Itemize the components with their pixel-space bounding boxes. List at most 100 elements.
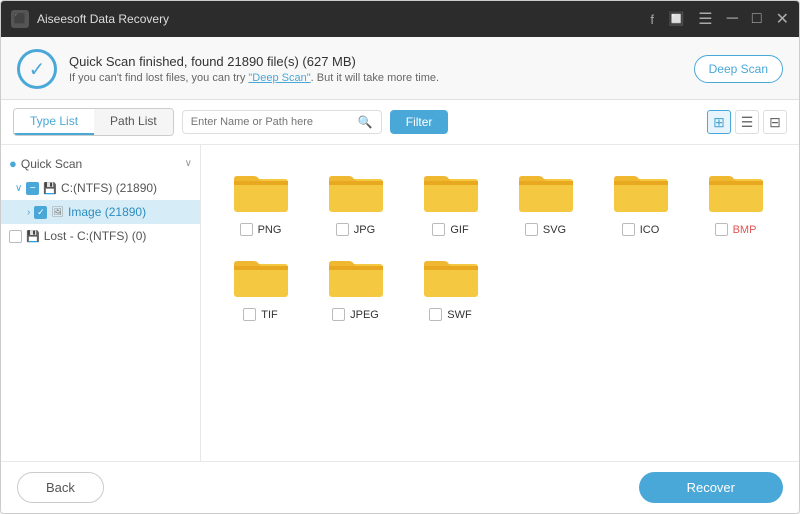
file-item-label: PNG — [258, 224, 282, 236]
header-text: Quick Scan finished, found 21890 file(s)… — [69, 54, 439, 84]
titlebar: ⬛ Aiseesoft Data Recovery f 🔲 ☰ ─ □ ✕ — [1, 1, 799, 37]
deep-scan-link[interactable]: "Deep Scan" — [248, 72, 310, 84]
image-checkbox[interactable] — [34, 206, 47, 219]
file-item[interactable]: JPEG — [308, 242, 403, 327]
file-item[interactable]: SVG — [498, 157, 593, 242]
window-title: Aiseesoft Data Recovery — [37, 12, 650, 26]
tab-group: Type List Path List — [13, 108, 174, 136]
menu-icon[interactable]: ☰ — [698, 9, 712, 29]
file-item-label: ICO — [640, 224, 660, 236]
quickscan-arrow-icon: ∨ — [185, 158, 192, 169]
footer: Back Recover — [1, 461, 799, 513]
file-item[interactable]: GIF — [403, 157, 498, 242]
file-item[interactable]: TIF — [213, 242, 308, 327]
file-item-label: TIF — [261, 309, 278, 321]
folder-icon — [707, 167, 765, 215]
file-item-label: GIF — [450, 224, 468, 236]
file-item-label: JPEG — [350, 309, 379, 321]
list-view-button[interactable]: ☰ — [735, 110, 759, 134]
image-folder-icon: 🖼 — [51, 207, 64, 218]
grid-view-button[interactable]: ⊞ — [707, 110, 731, 134]
file-item-label: BMP — [733, 224, 757, 236]
header-left: ✓ Quick Scan finished, found 21890 file(… — [17, 49, 439, 89]
file-item-checkbox[interactable] — [243, 308, 256, 321]
file-item-bottom: BMP — [715, 223, 757, 236]
social-icon[interactable]: 🔲 — [668, 11, 684, 27]
facebook-icon[interactable]: f — [650, 12, 654, 27]
filter-button[interactable]: Filter — [390, 110, 449, 134]
folder-icon — [327, 252, 385, 300]
search-icon[interactable]: 🔍 — [358, 115, 373, 129]
status-check-icon: ✓ — [17, 49, 57, 89]
file-item[interactable]: JPG — [308, 157, 403, 242]
file-item-checkbox[interactable] — [332, 308, 345, 321]
file-grid: PNG JPG GIF SVG ICO BMP TIF JPEG SWF — [201, 145, 799, 461]
folder-icon — [517, 167, 575, 215]
file-item-bottom: GIF — [432, 223, 468, 236]
hint-prefix: If you can't find lost files, you can tr… — [69, 72, 248, 84]
scan-status-text: Quick Scan finished, found 21890 file(s)… — [69, 54, 439, 69]
view-toggle: ⊞ ☰ ⊟ — [707, 110, 787, 134]
back-button[interactable]: Back — [17, 472, 104, 503]
scan-hint-text: If you can't find lost files, you can tr… — [69, 72, 439, 84]
detail-view-button[interactable]: ⊟ — [763, 110, 787, 134]
file-item-checkbox[interactable] — [622, 223, 635, 236]
tab-path-list[interactable]: Path List — [94, 109, 173, 135]
drive-checkbox[interactable] — [26, 182, 39, 195]
quickscan-check-icon: ● — [9, 156, 17, 171]
file-item-label: SWF — [447, 309, 471, 321]
minimize-icon[interactable]: ─ — [727, 10, 738, 28]
sidebar-item-image[interactable]: › 🖼 Image (21890) — [1, 200, 200, 224]
image-label: Image (21890) — [68, 205, 146, 219]
file-item-bottom: JPEG — [332, 308, 379, 321]
file-item-label: SVG — [543, 224, 566, 236]
search-box: 🔍 — [182, 110, 382, 134]
file-item-bottom: PNG — [240, 223, 282, 236]
drive-label: C:(NTFS) (21890) — [61, 181, 157, 195]
maximize-icon[interactable]: □ — [752, 10, 762, 28]
file-item-label: JPG — [354, 224, 375, 236]
sidebar-item-quickscan[interactable]: ● Quick Scan ∨ — [1, 151, 200, 176]
search-input[interactable] — [191, 116, 358, 128]
file-item-bottom: ICO — [622, 223, 660, 236]
lost-hdd-icon: 💾 — [26, 230, 40, 243]
file-item-checkbox[interactable] — [240, 223, 253, 236]
app-window: ⬛ Aiseesoft Data Recovery f 🔲 ☰ ─ □ ✕ ✓ … — [0, 0, 800, 514]
file-item-checkbox[interactable] — [429, 308, 442, 321]
app-icon: ⬛ — [11, 10, 29, 28]
folder-icon — [612, 167, 670, 215]
sidebar: ● Quick Scan ∨ ∨ 💾 C:(NTFS) (21890) › 🖼 … — [1, 145, 201, 461]
file-item-bottom: SVG — [525, 223, 566, 236]
file-item-checkbox[interactable] — [715, 223, 728, 236]
file-item[interactable]: ICO — [593, 157, 688, 242]
sidebar-item-drive[interactable]: ∨ 💾 C:(NTFS) (21890) — [1, 176, 200, 200]
file-item-bottom: TIF — [243, 308, 278, 321]
toolbar: Type List Path List 🔍 Filter ⊞ ☰ ⊟ — [1, 100, 799, 145]
folder-icon — [422, 252, 480, 300]
file-item-checkbox[interactable] — [336, 223, 349, 236]
folder-icon — [327, 167, 385, 215]
file-item-checkbox[interactable] — [432, 223, 445, 236]
file-item[interactable]: PNG — [213, 157, 308, 242]
deep-scan-button[interactable]: Deep Scan — [694, 55, 783, 83]
file-item-bottom: SWF — [429, 308, 471, 321]
quickscan-label: Quick Scan — [21, 157, 82, 171]
folder-icon — [422, 167, 480, 215]
file-item-checkbox[interactable] — [525, 223, 538, 236]
titlebar-actions: f 🔲 ☰ ─ □ ✕ — [650, 9, 789, 29]
lost-label: Lost - C:(NTFS) (0) — [44, 229, 147, 243]
sidebar-item-lost[interactable]: 💾 Lost - C:(NTFS) (0) — [1, 224, 200, 248]
hint-suffix: . But it will take more time. — [311, 72, 439, 84]
folder-icon — [232, 167, 290, 215]
file-item[interactable]: BMP — [688, 157, 783, 242]
close-icon[interactable]: ✕ — [776, 9, 789, 29]
file-item-bottom: JPG — [336, 223, 375, 236]
folder-icon — [232, 252, 290, 300]
lost-checkbox[interactable] — [9, 230, 22, 243]
main-content: ● Quick Scan ∨ ∨ 💾 C:(NTFS) (21890) › 🖼 … — [1, 145, 799, 461]
file-item[interactable]: SWF — [403, 242, 498, 327]
hdd-icon: 💾 — [43, 182, 57, 195]
tab-type-list[interactable]: Type List — [14, 109, 94, 135]
header: ✓ Quick Scan finished, found 21890 file(… — [1, 37, 799, 100]
recover-button[interactable]: Recover — [639, 472, 783, 503]
